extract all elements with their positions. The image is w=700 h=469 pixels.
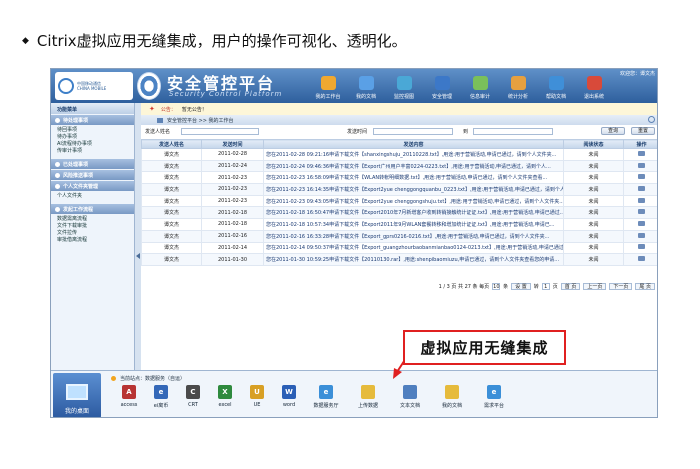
- callout-arrow: [393, 351, 411, 379]
- callout-box: 虚拟应用无缝集成: [403, 330, 566, 365]
